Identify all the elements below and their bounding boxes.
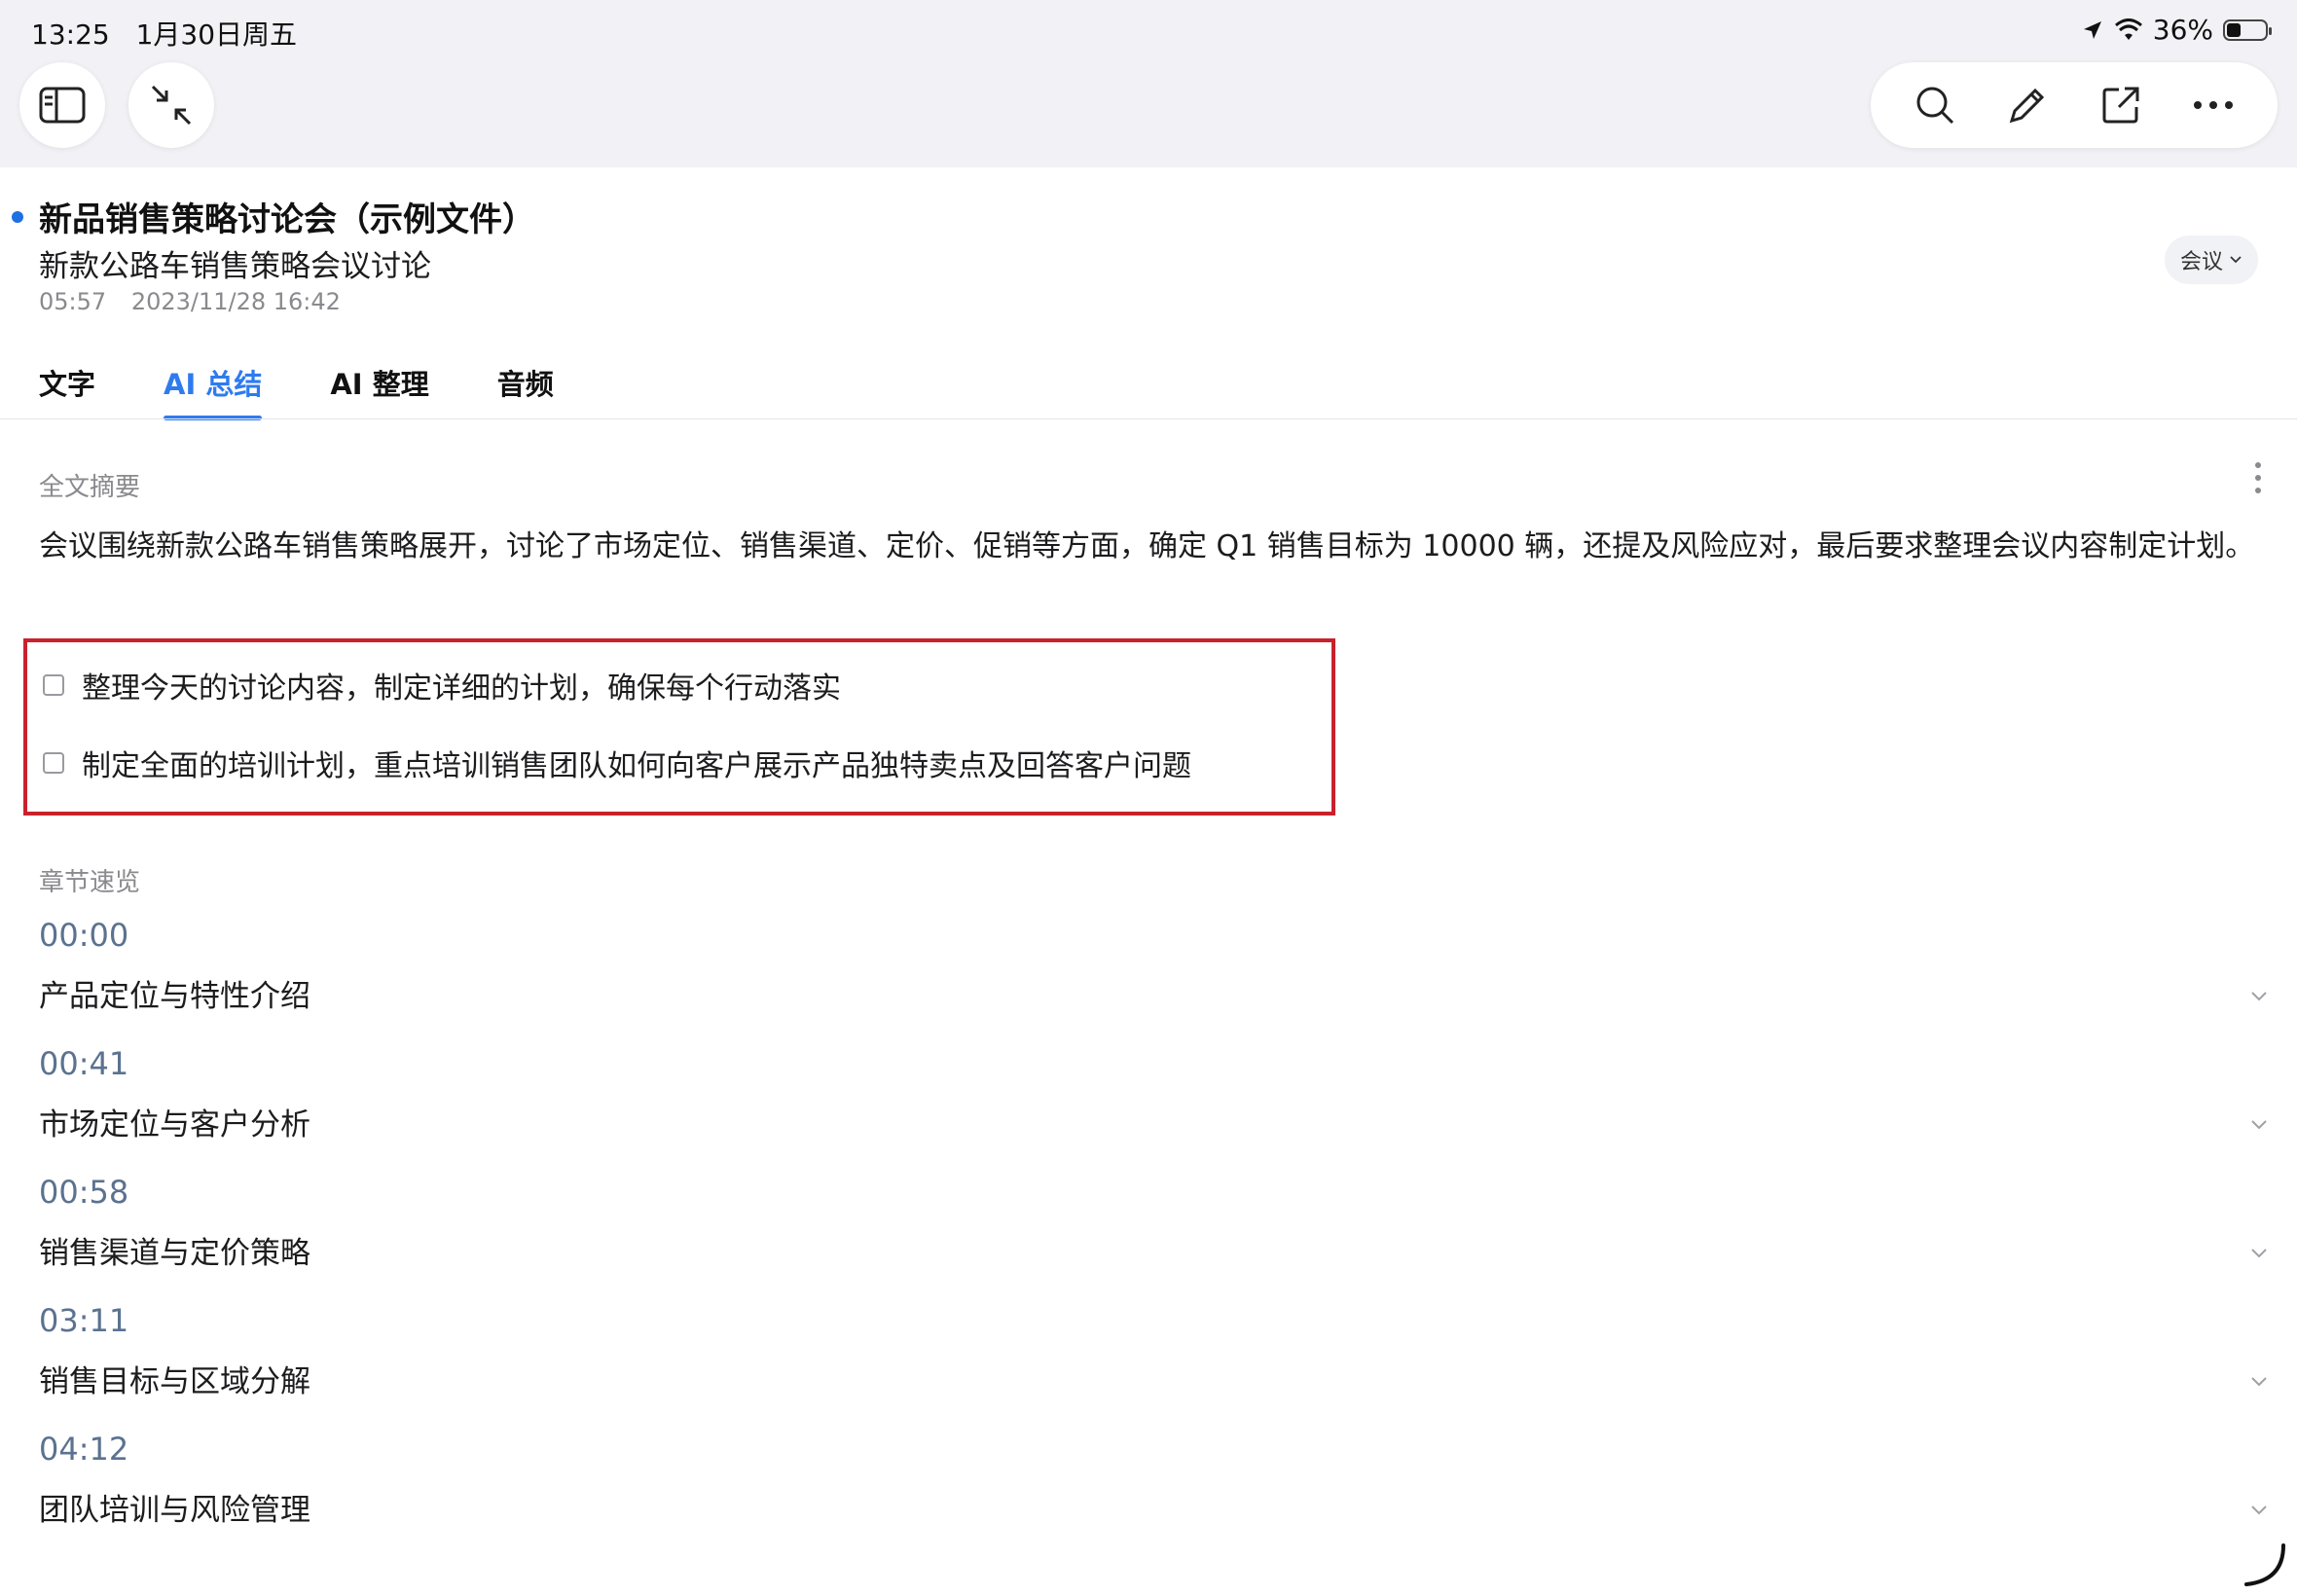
todo-checkbox[interactable] — [43, 674, 64, 696]
summary-more-button[interactable] — [2254, 461, 2262, 498]
chapter-time[interactable]: 00:00 — [39, 917, 2268, 954]
todo-list-highlight: 整理今天的讨论内容，制定详细的计划，确保每个行动落实 制定全面的培训计划，重点培… — [23, 638, 1335, 816]
note-meta: 05:57 2023/11/28 16:42 — [39, 288, 358, 315]
todo-text: 制定全面的培训计划，重点培训销售团队如何向客户展示产品独特卖点及回答客户问题 — [82, 749, 1191, 783]
todo-item: 整理今天的讨论内容，制定详细的计划，确保每个行动落实 — [43, 664, 841, 707]
chevron-down-icon[interactable] — [2250, 1376, 2268, 1388]
chapter-time[interactable]: 00:41 — [39, 1045, 2268, 1082]
summary-label: 全文摘要 — [39, 473, 141, 502]
search-icon — [1916, 87, 1953, 125]
summary-text: 会议围绕新款公路车销售策略展开，讨论了市场定位、销售渠道、定价、促销等方面，确定… — [39, 529, 2255, 563]
chevron-down-icon — [2230, 256, 2242, 264]
chapter-title: 销售渠道与定价策略 — [39, 1236, 310, 1271]
chevron-down-icon[interactable] — [2250, 1248, 2268, 1259]
chapter-time[interactable]: 03:11 — [39, 1302, 2268, 1339]
tab-ai-summary[interactable]: AI 总结 — [164, 362, 263, 420]
loading-spinner-icon — [2244, 1543, 2285, 1586]
share-button[interactable] — [2092, 76, 2150, 134]
chapter-item[interactable]: 03:11 销售目标与区域分解 — [39, 1302, 2268, 1400]
chevron-down-icon[interactable] — [2250, 1119, 2268, 1131]
vertical-more-icon — [2255, 462, 2261, 493]
category-tag-dropdown[interactable]: 会议 — [2164, 236, 2258, 284]
status-date: 1月30日周五 — [135, 18, 298, 51]
sidebar-toggle-button[interactable] — [19, 62, 105, 148]
chapter-title: 团队培训与风险管理 — [39, 1493, 310, 1528]
status-bar-left: 13:25 1月30日周五 — [31, 14, 314, 53]
top-bar: 13:25 1月30日周五 36% — [0, 0, 2297, 167]
edit-button[interactable] — [1998, 76, 2057, 134]
chapter-title: 市场定位与客户分析 — [39, 1107, 310, 1143]
status-bar-right: 36% — [2081, 14, 2272, 46]
chevron-down-icon[interactable] — [2250, 991, 2268, 1002]
note-title: 新品销售策略讨论会（示例文件） — [39, 200, 535, 239]
chapter-title: 产品定位与特性介绍 — [39, 979, 310, 1014]
chapter-item[interactable]: 00:58 销售渠道与定价策略 — [39, 1174, 2268, 1272]
status-time: 13:25 — [31, 18, 110, 51]
category-tag-label: 会议 — [2179, 250, 2223, 274]
search-button[interactable] — [1906, 76, 1964, 134]
action-toolbar — [1871, 62, 2278, 148]
location-icon — [2083, 20, 2101, 39]
chapter-title: 销售目标与区域分解 — [39, 1364, 310, 1399]
unread-dot — [12, 210, 23, 223]
collapse-arrows-icon — [151, 85, 192, 126]
more-icon — [2194, 101, 2234, 109]
note-subtitle: 新款公路车销售策略会议讨论 — [39, 249, 431, 284]
tab-bar: 文字 AI 总结 AI 整理 音频 — [39, 362, 622, 420]
battery-percent: 36% — [2152, 14, 2213, 46]
tabs-divider — [0, 418, 2297, 419]
tab-text[interactable]: 文字 — [39, 362, 95, 420]
todo-item: 制定全面的培训计划，重点培训销售团队如何向客户展示产品独特卖点及回答客户问题 — [43, 742, 1191, 784]
collapse-button[interactable] — [128, 62, 214, 148]
todo-checkbox[interactable] — [43, 752, 64, 774]
tab-audio[interactable]: 音频 — [497, 362, 554, 420]
note-duration: 05:57 — [39, 288, 107, 315]
note-datetime: 2023/11/28 16:42 — [130, 288, 341, 315]
battery-icon — [2223, 18, 2272, 41]
chapter-item[interactable]: 00:41 市场定位与客户分析 — [39, 1045, 2268, 1143]
pencil-icon — [2010, 88, 2045, 124]
note-title-row: 新品销售策略讨论会（示例文件） — [12, 193, 535, 240]
chapter-time[interactable]: 00:58 — [39, 1174, 2268, 1211]
chevron-down-icon[interactable] — [2250, 1505, 2268, 1516]
more-button[interactable] — [2184, 76, 2242, 134]
chapter-time[interactable]: 04:12 — [39, 1431, 2268, 1468]
sidebar-icon — [39, 87, 86, 124]
share-icon — [2102, 87, 2139, 124]
todo-text: 整理今天的讨论内容，制定详细的计划，确保每个行动落实 — [82, 671, 841, 706]
chapter-item[interactable]: 00:00 产品定位与特性介绍 — [39, 917, 2268, 1015]
battery-level — [2227, 22, 2241, 37]
chapter-item[interactable]: 04:12 团队培训与风险管理 — [39, 1431, 2268, 1529]
tab-ai-organize[interactable]: AI 整理 — [330, 362, 428, 420]
wifi-icon — [2114, 18, 2142, 40]
chapters-label: 章节速览 — [39, 868, 141, 897]
